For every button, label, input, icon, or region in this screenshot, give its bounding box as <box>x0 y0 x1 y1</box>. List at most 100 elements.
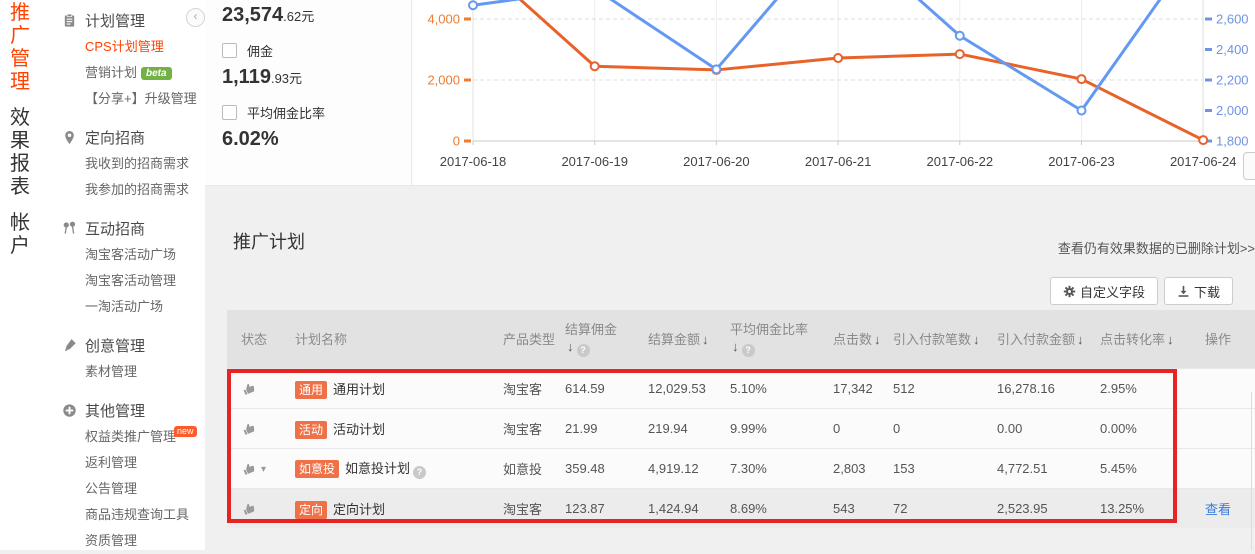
help-icon[interactable]: ? <box>577 344 590 357</box>
sidebar-item-material-management[interactable]: 素材管理 <box>40 359 205 385</box>
avg-commission-rate-value: 6.02% <box>222 128 279 150</box>
commission-value-int: 1,119 <box>222 66 271 88</box>
clicks-cell: 2,803 <box>833 461 893 476</box>
product-cell: 如意投 <box>503 459 565 478</box>
vertical-nav-char: 报 <box>0 153 40 176</box>
plan-name-link[interactable]: 如意投计划 <box>345 461 410 476</box>
thumb-up-icon[interactable] <box>241 501 257 517</box>
help-icon[interactable]: ? <box>742 344 755 357</box>
sidebar-item-label: 商品违规查询工具 <box>85 507 189 522</box>
blue-series-marker <box>469 1 477 9</box>
sort-desc-icon[interactable]: ↓ <box>1077 332 1084 347</box>
pin-icon <box>62 130 77 145</box>
thumb-up-icon[interactable] <box>241 381 257 397</box>
sidebar-group-header-targeted-investment[interactable]: 定向招商 <box>40 123 205 151</box>
sidebar-item-qualification-management[interactable]: 资质管理 <box>40 528 205 554</box>
sidebar-group-header-other-management[interactable]: 其他管理 <box>40 396 205 424</box>
sidebar-collapse-button[interactable]: ‹ <box>186 8 205 27</box>
column-label: 点击转化率↓ <box>1100 331 1205 348</box>
sidebar-item-label: CPS计划管理 <box>85 39 164 54</box>
orange-series-marker <box>1199 136 1207 144</box>
cvr-cell: 5.45% <box>1100 461 1205 476</box>
chevron-down-icon[interactable]: ▾ <box>261 464 266 475</box>
vertical-nav-item-effect-reports[interactable]: 效果报表 <box>0 107 40 199</box>
vertical-nav-char: 广 <box>0 25 40 48</box>
sort-desc-icon[interactable]: ↓ <box>732 339 739 354</box>
column-header-cvr[interactable]: 点击转化率↓ <box>1100 331 1205 348</box>
sidebar-item-taobaoke-activity-plaza[interactable]: 淘宝客活动广场 <box>40 242 205 268</box>
column-header-amount[interactable]: 结算金额↓ <box>648 331 730 348</box>
blue-series-marker <box>956 32 964 40</box>
sort-desc-icon[interactable]: ↓ <box>702 332 709 347</box>
sidebar-item-announcement-management[interactable]: 公告管理 <box>40 476 205 502</box>
sidebar-item-label: 素材管理 <box>85 364 137 379</box>
sidebar-group-header-interactive-investment[interactable]: 互动招商 <box>40 214 205 242</box>
column-header-product: 产品类型 <box>503 331 565 348</box>
sidebar-group-label: 计划管理 <box>85 10 145 31</box>
promotion-plans-table: 状态计划名称产品类型结算佣金↓?结算金额↓平均佣金比率↓?点击数↓引入付款笔数↓… <box>227 310 1255 528</box>
sort-desc-icon[interactable]: ↓ <box>1167 332 1174 347</box>
payment-cell: 4,772.51 <box>997 461 1100 476</box>
cheers-icon <box>62 221 77 236</box>
sidebar-group-interactive-investment: 互动招商淘宝客活动广场淘宝客活动管理一淘活动广场 <box>40 214 205 320</box>
orange-series-marker <box>956 50 964 58</box>
avg-commission-rate-checkbox[interactable] <box>222 105 237 120</box>
plan-type-badge: 通用 <box>295 381 327 399</box>
plan-name-link[interactable]: 通用计划 <box>333 382 385 397</box>
plan-name-link[interactable]: 定向计划 <box>333 502 385 517</box>
sidebar-item-product-violation-query-tool[interactable]: 商品违规查询工具 <box>40 502 205 528</box>
vertical-nav-char: 户 <box>0 235 40 258</box>
sidebar: 计划管理 CPS计划管理营销计划beta【分享+】升级管理定向招商我收到的招商需求… <box>40 0 205 550</box>
sort-desc-icon[interactable]: ↓ <box>973 332 980 347</box>
column-header-orders[interactable]: 引入付款笔数↓ <box>893 331 997 348</box>
sidebar-item-cps-plan-management[interactable]: CPS计划管理 <box>40 34 205 60</box>
avg-commission-rate-label: 平均佣金比率 <box>247 103 325 122</box>
sidebar-item-etao-activity-plaza[interactable]: 一淘活动广场 <box>40 294 205 320</box>
sidebar-item-rights-promotion-management[interactable]: 权益类推广管理new <box>40 424 205 450</box>
vertical-nav-item-account[interactable]: 帐户 <box>0 212 40 258</box>
orange-series-marker <box>1078 75 1086 83</box>
chart-side-widget-stub[interactable] <box>1243 152 1255 180</box>
column-header-payment[interactable]: 引入付款金额↓ <box>997 331 1100 348</box>
column-label: 结算金额↓ <box>648 331 730 348</box>
sidebar-item-joined-investment-requests[interactable]: 我参加的招商需求 <box>40 177 205 203</box>
commission-checkbox[interactable] <box>222 43 237 58</box>
commission-cell: 21.99 <box>565 421 648 436</box>
sidebar-item-label: 淘宝客活动管理 <box>85 273 176 288</box>
sidebar-group-header-plan-management[interactable]: 计划管理 <box>40 6 205 34</box>
column-header-rate[interactable]: 平均佣金比率↓? <box>730 321 833 357</box>
chart-right-axis-label: 2,600 <box>1216 12 1249 27</box>
sidebar-item-label: 营销计划 <box>85 65 137 80</box>
clipboard-icon <box>62 13 77 28</box>
sort-desc-icon[interactable]: ↓ <box>567 339 574 354</box>
rate-cell: 9.99% <box>730 421 833 436</box>
plan-name-link[interactable]: 活动计划 <box>333 422 385 437</box>
customize-fields-button[interactable]: 自定义字段 <box>1050 277 1158 305</box>
cvr-cell: 2.95% <box>1100 381 1205 396</box>
sidebar-item-taobaoke-activity-management[interactable]: 淘宝客活动管理 <box>40 268 205 294</box>
chart-right-axis-label: 1,800 <box>1216 134 1249 149</box>
download-button[interactable]: 下载 <box>1164 277 1233 305</box>
vertical-nav-item-promotion-management[interactable]: 推广管理 <box>0 0 40 94</box>
sort-desc-icon[interactable]: ↓ <box>874 332 881 347</box>
view-deleted-plans-link[interactable]: 查看仍有效果数据的已删除计划>> <box>1058 238 1255 257</box>
sidebar-item-share-upgrade-management[interactable]: 【分享+】升级管理 <box>40 86 205 112</box>
rate-cell: 5.10% <box>730 381 833 396</box>
help-icon[interactable]: ? <box>413 466 426 479</box>
thumb-up-icon[interactable] <box>241 421 257 437</box>
sidebar-group-header-creative-management[interactable]: 创意管理 <box>40 331 205 359</box>
clicks-cell: 0 <box>833 421 893 436</box>
column-header-commission[interactable]: 结算佣金↓? <box>565 321 648 357</box>
column-header-clicks[interactable]: 点击数↓ <box>833 331 893 348</box>
plan-name-cell: 定向定向计划 <box>295 499 503 519</box>
chart-right-tick <box>1205 48 1212 51</box>
thumb-up-icon[interactable] <box>241 461 257 477</box>
view-report-link[interactable]: 查看 <box>1205 502 1231 517</box>
sidebar-item-marketing-plan[interactable]: 营销计划beta <box>40 60 205 86</box>
sidebar-item-rebate-management[interactable]: 返利管理 <box>40 450 205 476</box>
sidebar-item-received-investment-requests[interactable]: 我收到的招商需求 <box>40 151 205 177</box>
sidebar-item-label: 返利管理 <box>85 455 137 470</box>
payment-cell: 2,523.95 <box>997 501 1100 516</box>
plan-type-badge: 定向 <box>295 501 327 519</box>
plus-circle-icon <box>62 403 77 418</box>
